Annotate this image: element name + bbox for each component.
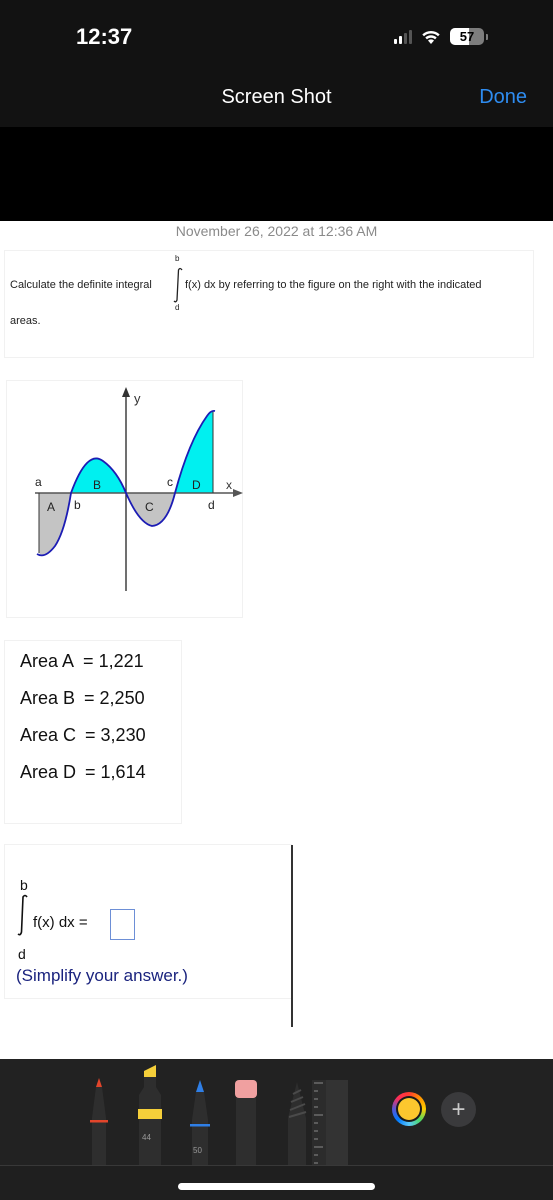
answer-integral-lower: d [18, 946, 26, 962]
area-row: Area D = 1,614 [20, 762, 146, 783]
battery-percent: 57 [459, 29, 475, 44]
answer-input[interactable] [110, 909, 135, 940]
answer-integral-upper: b [20, 877, 28, 893]
area-value: 3,230 [100, 725, 146, 745]
top-bar: 12:37 57 Screen Shot Done [0, 0, 553, 127]
x-axis-arrow-icon [233, 489, 243, 497]
area-label: Area A [20, 651, 75, 671]
area-equals: = [83, 651, 99, 671]
status-time: 12:37 [76, 24, 133, 49]
area-equals: = [85, 762, 101, 782]
eraser-tool[interactable] [233, 1080, 259, 1166]
region-label-d: D [192, 478, 201, 492]
region-label-b: B [93, 478, 101, 492]
selected-color-swatch [398, 1098, 420, 1120]
point-label-b: b [74, 498, 81, 512]
area-equals: = [85, 725, 101, 745]
pencil-width-label: 50 [193, 1146, 202, 1155]
point-label-d: d [208, 498, 215, 512]
lasso-tool[interactable] [284, 1082, 310, 1166]
home-indicator[interactable] [178, 1183, 375, 1190]
answer-integral-sign-icon [17, 894, 28, 936]
area-row: Area B = 2,250 [20, 688, 145, 709]
area-label: Area C [20, 725, 77, 745]
function-figure: y x a b c d A B C D [6, 380, 243, 618]
highlighter-tool[interactable] [134, 1065, 166, 1166]
region-label-c: C [145, 500, 154, 514]
cellular-signal-icon [394, 29, 412, 44]
color-picker-button[interactable] [392, 1092, 426, 1126]
capture-date: November 26, 2022 at 12:36 AM [175, 223, 378, 239]
pen-tool[interactable] [84, 1078, 114, 1166]
nav-title: Screen Shot [221, 86, 332, 108]
answer-expression: f(x) dx = [33, 914, 88, 931]
y-axis-label: y [134, 391, 141, 406]
area-value: 1,221 [98, 651, 144, 671]
area-label: Area B [20, 688, 76, 708]
color-picker-ring [396, 1096, 422, 1122]
add-button[interactable]: + [441, 1092, 476, 1127]
question-continuation: areas. [10, 315, 41, 327]
area-value: 2,250 [99, 688, 145, 708]
area-row: Area C = 3,230 [20, 725, 146, 746]
point-label-c: c [167, 475, 173, 489]
question-integral-lower: d [175, 303, 180, 312]
ruler-tool[interactable] [312, 1080, 348, 1166]
x-axis-label: x [226, 478, 232, 492]
area-row: Area A = 1,221 [20, 651, 144, 672]
simplify-hint: (Simplify your answer.) [16, 966, 188, 985]
question-panel [4, 250, 534, 358]
area-equals: = [84, 688, 100, 708]
area-label: Area D [20, 762, 77, 782]
battery-icon: 57 [450, 28, 484, 45]
wifi-icon [422, 30, 440, 44]
question-prefix: Calculate the definite integral [10, 279, 152, 291]
area-value: 1,614 [100, 762, 146, 782]
y-axis-arrow-icon [122, 387, 130, 397]
battery-nub [486, 33, 488, 40]
figure-svg: y x a b c d A B C D [35, 387, 243, 591]
status-icons: 57 [394, 28, 488, 45]
panel-divider [291, 845, 293, 1027]
redacted-band [0, 127, 553, 221]
done-button[interactable]: Done [479, 86, 527, 109]
question-suffix: f(x) dx by referring to the figure on th… [185, 279, 482, 291]
region-label-a: A [47, 500, 55, 514]
highlighter-width-label: 44 [142, 1133, 151, 1142]
point-label-a: a [35, 475, 42, 489]
